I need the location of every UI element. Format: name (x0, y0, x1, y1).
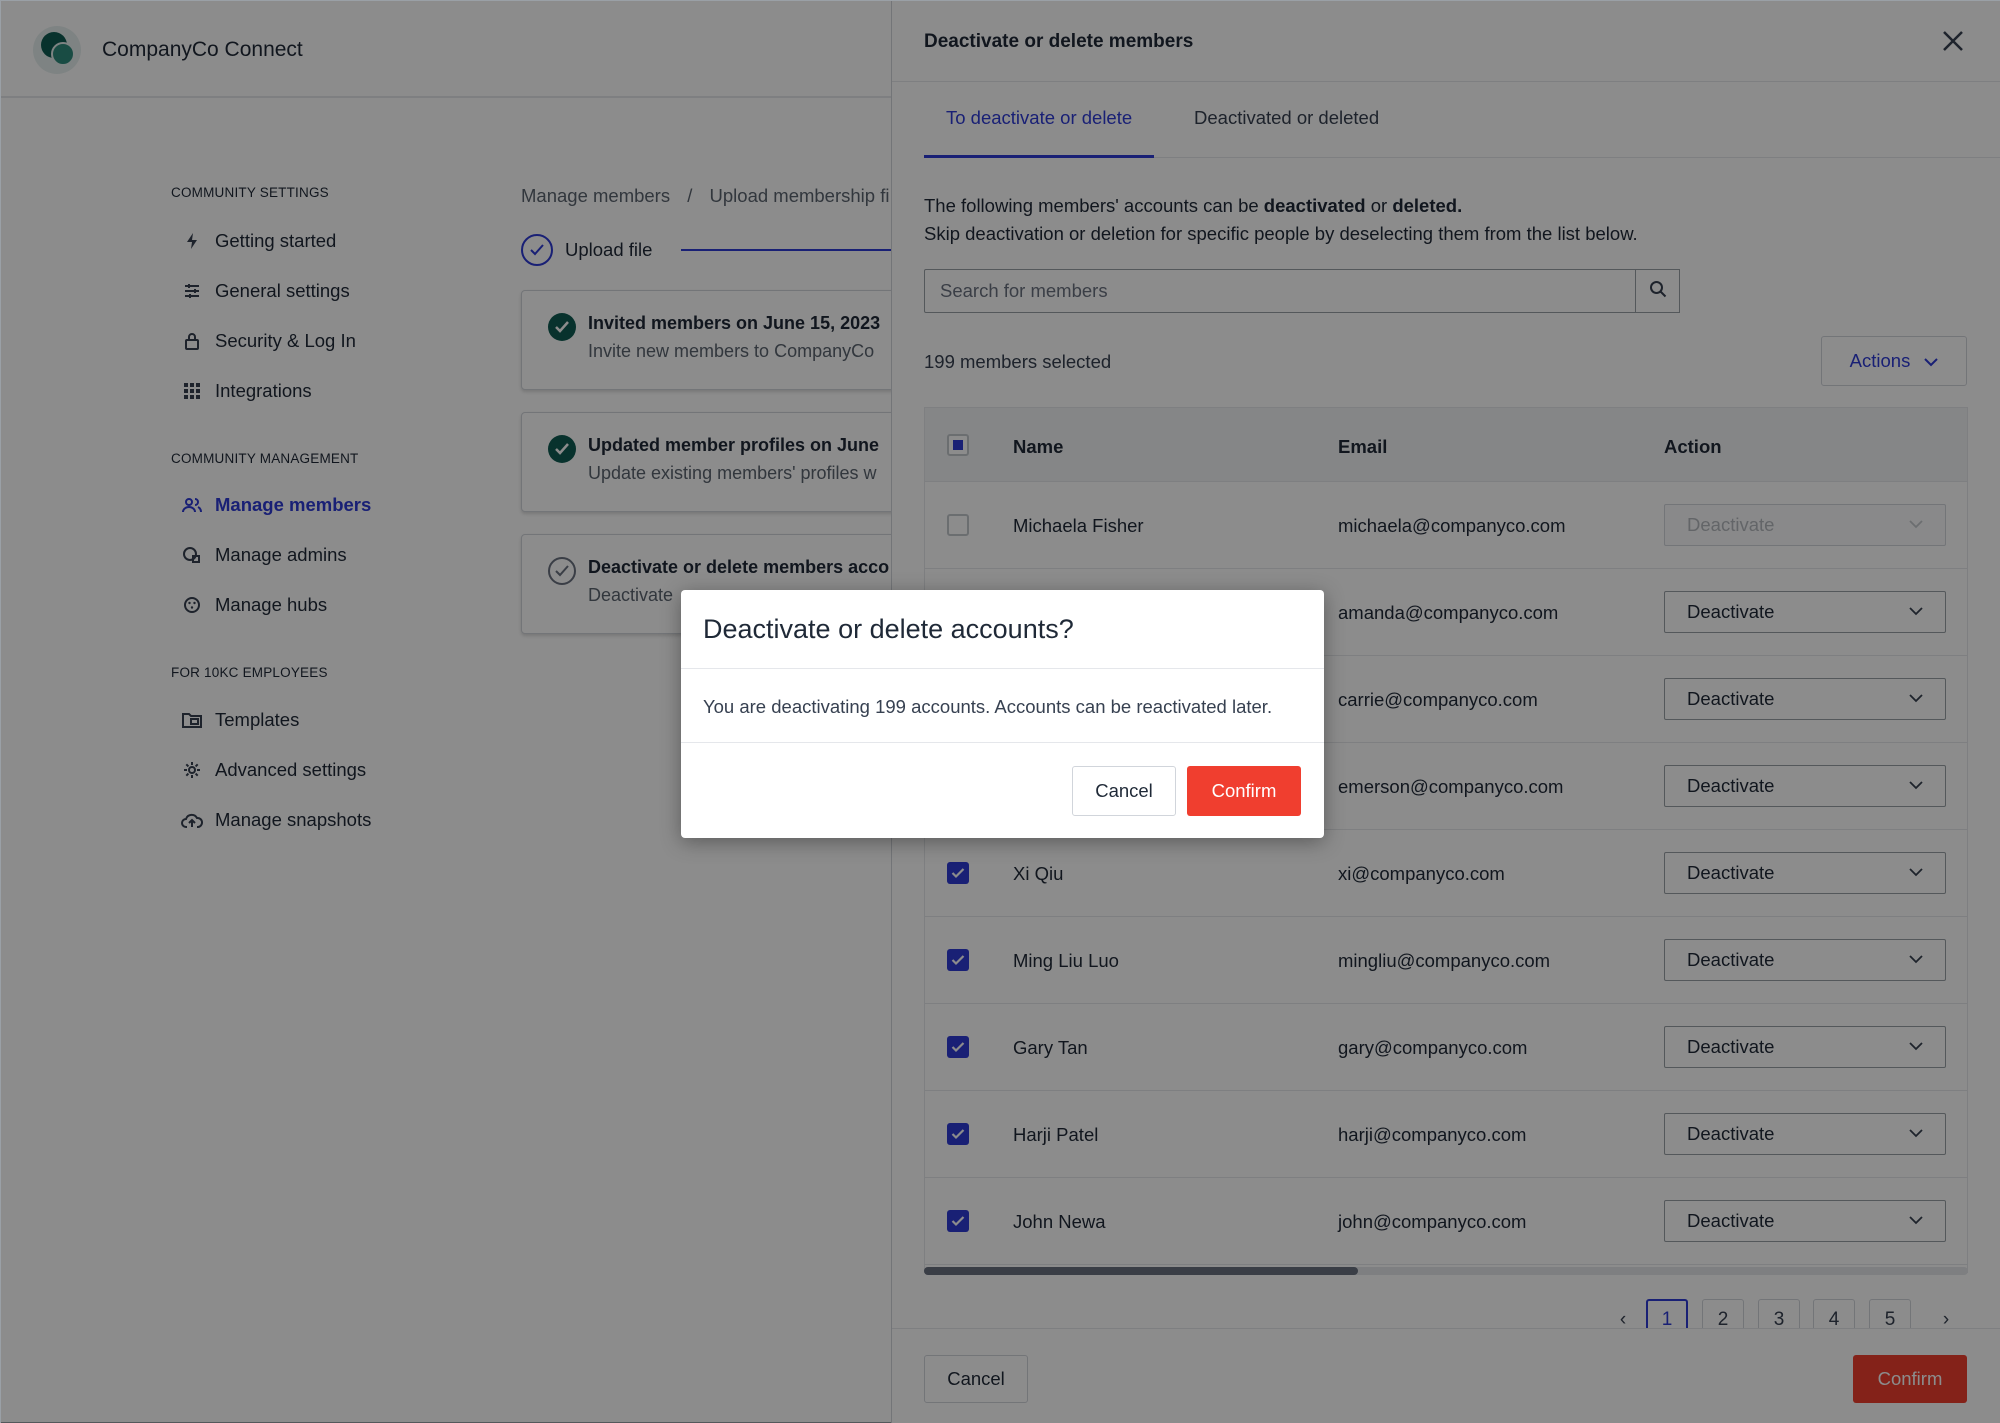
dialog-body: You are deactivating 199 accounts. Accou… (703, 696, 1273, 717)
confirm-dialog: Deactivate or delete accounts? You are d… (681, 590, 1324, 838)
divider (681, 742, 1324, 743)
dialog-title: Deactivate or delete accounts? (703, 614, 1074, 644)
dialog-cancel-button[interactable]: Cancel (1072, 766, 1176, 816)
dialog-confirm-button[interactable]: Confirm (1187, 766, 1301, 816)
app-window: CompanyCo Connect COMMUNITY SETTINGS Get… (0, 0, 2000, 1423)
divider (681, 668, 1324, 669)
